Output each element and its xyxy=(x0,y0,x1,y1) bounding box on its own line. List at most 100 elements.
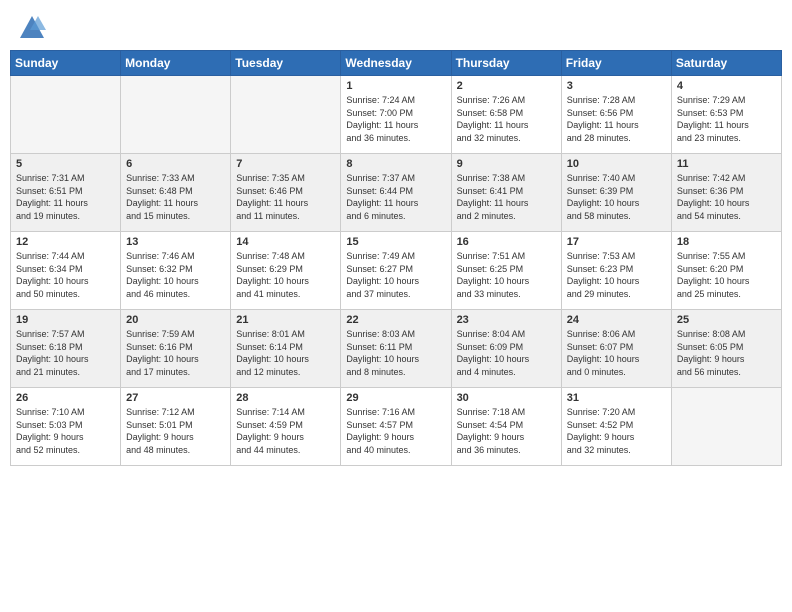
day-number: 30 xyxy=(457,392,556,404)
calendar-day-cell: 30 Sunrise: 7:18 AM Sunset: 4:54 PM Dayli… xyxy=(451,388,561,466)
day-info: Sunrise: 7:51 AM Sunset: 6:25 PM Dayligh… xyxy=(457,250,556,300)
header-friday: Friday xyxy=(561,51,671,76)
calendar-day-cell: 1 Sunrise: 7:24 AM Sunset: 7:00 PM Daylig… xyxy=(341,76,451,154)
day-number: 23 xyxy=(457,314,556,326)
calendar-day-cell xyxy=(11,76,121,154)
calendar-day-cell: 27 Sunrise: 7:12 AM Sunset: 5:01 PM Dayli… xyxy=(121,388,231,466)
header-wednesday: Wednesday xyxy=(341,51,451,76)
calendar-day-cell xyxy=(231,76,341,154)
day-info: Sunrise: 7:18 AM Sunset: 4:54 PM Dayligh… xyxy=(457,406,556,456)
calendar-day-cell: 19 Sunrise: 7:57 AM Sunset: 6:18 PM Dayli… xyxy=(11,310,121,388)
calendar-day-cell: 14 Sunrise: 7:48 AM Sunset: 6:29 PM Dayli… xyxy=(231,232,341,310)
day-info: Sunrise: 7:48 AM Sunset: 6:29 PM Dayligh… xyxy=(236,250,335,300)
day-info: Sunrise: 7:44 AM Sunset: 6:34 PM Dayligh… xyxy=(16,250,115,300)
calendar-day-cell: 17 Sunrise: 7:53 AM Sunset: 6:23 PM Dayli… xyxy=(561,232,671,310)
day-number: 4 xyxy=(677,80,776,92)
day-number: 11 xyxy=(677,158,776,170)
calendar-week-row: 26 Sunrise: 7:10 AM Sunset: 5:03 PM Dayli… xyxy=(11,388,782,466)
calendar-day-cell: 20Sunrise: 7:59 AM Sunset: 6:16 PM Dayli… xyxy=(121,310,231,388)
day-number: 8 xyxy=(346,158,445,170)
day-info: Sunrise: 7:33 AM Sunset: 6:48 PM Dayligh… xyxy=(126,172,225,222)
day-info: Sunrise: 7:38 AM Sunset: 6:41 PM Dayligh… xyxy=(457,172,556,222)
day-info: Sunrise: 7:35 AM Sunset: 6:46 PM Dayligh… xyxy=(236,172,335,222)
calendar-day-cell: 5 Sunrise: 7:31 AM Sunset: 6:51 PM Daylig… xyxy=(11,154,121,232)
calendar-day-cell: 7 Sunrise: 7:35 AM Sunset: 6:46 PM Daylig… xyxy=(231,154,341,232)
day-info: Sunrise: 7:29 AM Sunset: 6:53 PM Dayligh… xyxy=(677,94,776,144)
header-thursday: Thursday xyxy=(451,51,561,76)
day-number: 14 xyxy=(236,236,335,248)
day-number: 5 xyxy=(16,158,115,170)
day-number: 7 xyxy=(236,158,335,170)
header-sunday: Sunday xyxy=(11,51,121,76)
day-number: 20 xyxy=(126,314,225,326)
calendar-day-cell: 29Sunrise: 7:16 AM Sunset: 4:57 PM Dayli… xyxy=(341,388,451,466)
calendar-week-row: 5 Sunrise: 7:31 AM Sunset: 6:51 PM Daylig… xyxy=(11,154,782,232)
header-tuesday: Tuesday xyxy=(231,51,341,76)
day-number: 22 xyxy=(346,314,445,326)
calendar-day-cell: 31 Sunrise: 7:20 AM Sunset: 4:52 PM Dayli… xyxy=(561,388,671,466)
calendar-day-cell: 3Sunrise: 7:28 AM Sunset: 6:56 PM Daylig… xyxy=(561,76,671,154)
day-info: Sunrise: 7:40 AM Sunset: 6:39 PM Dayligh… xyxy=(567,172,666,222)
calendar-day-cell: 21 Sunrise: 8:01 AM Sunset: 6:14 PM Dayli… xyxy=(231,310,341,388)
logo-icon xyxy=(18,14,46,42)
day-info: Sunrise: 7:24 AM Sunset: 7:00 PM Dayligh… xyxy=(346,94,445,144)
day-number: 16 xyxy=(457,236,556,248)
calendar-day-cell: 6 Sunrise: 7:33 AM Sunset: 6:48 PM Daylig… xyxy=(121,154,231,232)
calendar-day-cell: 12 Sunrise: 7:44 AM Sunset: 6:34 PM Dayli… xyxy=(11,232,121,310)
day-number: 24 xyxy=(567,314,666,326)
day-number: 18 xyxy=(677,236,776,248)
calendar-day-cell: 25 Sunrise: 8:08 AM Sunset: 6:05 PM Dayli… xyxy=(671,310,781,388)
calendar-week-row: 1 Sunrise: 7:24 AM Sunset: 7:00 PM Daylig… xyxy=(11,76,782,154)
day-number: 2 xyxy=(457,80,556,92)
calendar-day-cell xyxy=(121,76,231,154)
day-number: 15 xyxy=(346,236,445,248)
day-info: Sunrise: 8:01 AM Sunset: 6:14 PM Dayligh… xyxy=(236,328,335,378)
day-info: Sunrise: 7:53 AM Sunset: 6:23 PM Dayligh… xyxy=(567,250,666,300)
day-number: 31 xyxy=(567,392,666,404)
header-saturday: Saturday xyxy=(671,51,781,76)
day-info: Sunrise: 7:46 AM Sunset: 6:32 PM Dayligh… xyxy=(126,250,225,300)
header-monday: Monday xyxy=(121,51,231,76)
calendar-day-cell: 2 Sunrise: 7:26 AM Sunset: 6:58 PM Daylig… xyxy=(451,76,561,154)
calendar-day-cell: 8Sunrise: 7:37 AM Sunset: 6:44 PM Daylig… xyxy=(341,154,451,232)
calendar-day-cell: 10Sunrise: 7:40 AM Sunset: 6:39 PM Dayli… xyxy=(561,154,671,232)
calendar-week-row: 12 Sunrise: 7:44 AM Sunset: 6:34 PM Dayli… xyxy=(11,232,782,310)
day-number: 29 xyxy=(346,392,445,404)
day-number: 21 xyxy=(236,314,335,326)
day-info: Sunrise: 7:42 AM Sunset: 6:36 PM Dayligh… xyxy=(677,172,776,222)
day-number: 12 xyxy=(16,236,115,248)
day-number: 19 xyxy=(16,314,115,326)
day-info: Sunrise: 7:57 AM Sunset: 6:18 PM Dayligh… xyxy=(16,328,115,378)
day-info: Sunrise: 7:10 AM Sunset: 5:03 PM Dayligh… xyxy=(16,406,115,456)
calendar-day-cell: 24 Sunrise: 8:06 AM Sunset: 6:07 PM Dayli… xyxy=(561,310,671,388)
calendar-day-cell: 13Sunrise: 7:46 AM Sunset: 6:32 PM Dayli… xyxy=(121,232,231,310)
calendar-day-cell: 18 Sunrise: 7:55 AM Sunset: 6:20 PM Dayli… xyxy=(671,232,781,310)
calendar-week-row: 19 Sunrise: 7:57 AM Sunset: 6:18 PM Dayli… xyxy=(11,310,782,388)
logo xyxy=(14,14,46,42)
day-info: Sunrise: 7:14 AM Sunset: 4:59 PM Dayligh… xyxy=(236,406,335,456)
day-info: Sunrise: 7:55 AM Sunset: 6:20 PM Dayligh… xyxy=(677,250,776,300)
day-number: 9 xyxy=(457,158,556,170)
day-info: Sunrise: 8:08 AM Sunset: 6:05 PM Dayligh… xyxy=(677,328,776,378)
calendar-day-cell: 23 Sunrise: 8:04 AM Sunset: 6:09 PM Dayli… xyxy=(451,310,561,388)
calendar-day-cell: 26 Sunrise: 7:10 AM Sunset: 5:03 PM Dayli… xyxy=(11,388,121,466)
calendar-day-cell: 28 Sunrise: 7:14 AM Sunset: 4:59 PM Dayli… xyxy=(231,388,341,466)
day-number: 17 xyxy=(567,236,666,248)
day-info: Sunrise: 7:12 AM Sunset: 5:01 PM Dayligh… xyxy=(126,406,225,456)
day-info: Sunrise: 8:04 AM Sunset: 6:09 PM Dayligh… xyxy=(457,328,556,378)
day-number: 28 xyxy=(236,392,335,404)
day-number: 6 xyxy=(126,158,225,170)
day-info: Sunrise: 7:20 AM Sunset: 4:52 PM Dayligh… xyxy=(567,406,666,456)
day-number: 26 xyxy=(16,392,115,404)
day-info: Sunrise: 8:03 AM Sunset: 6:11 PM Dayligh… xyxy=(346,328,445,378)
calendar-day-cell: 15 Sunrise: 7:49 AM Sunset: 6:27 PM Dayli… xyxy=(341,232,451,310)
day-number: 25 xyxy=(677,314,776,326)
day-number: 1 xyxy=(346,80,445,92)
day-info: Sunrise: 7:49 AM Sunset: 6:27 PM Dayligh… xyxy=(346,250,445,300)
day-info: Sunrise: 7:31 AM Sunset: 6:51 PM Dayligh… xyxy=(16,172,115,222)
day-info: Sunrise: 7:28 AM Sunset: 6:56 PM Dayligh… xyxy=(567,94,666,144)
day-info: Sunrise: 7:26 AM Sunset: 6:58 PM Dayligh… xyxy=(457,94,556,144)
page-header xyxy=(10,10,782,42)
day-info: Sunrise: 8:06 AM Sunset: 6:07 PM Dayligh… xyxy=(567,328,666,378)
day-number: 27 xyxy=(126,392,225,404)
